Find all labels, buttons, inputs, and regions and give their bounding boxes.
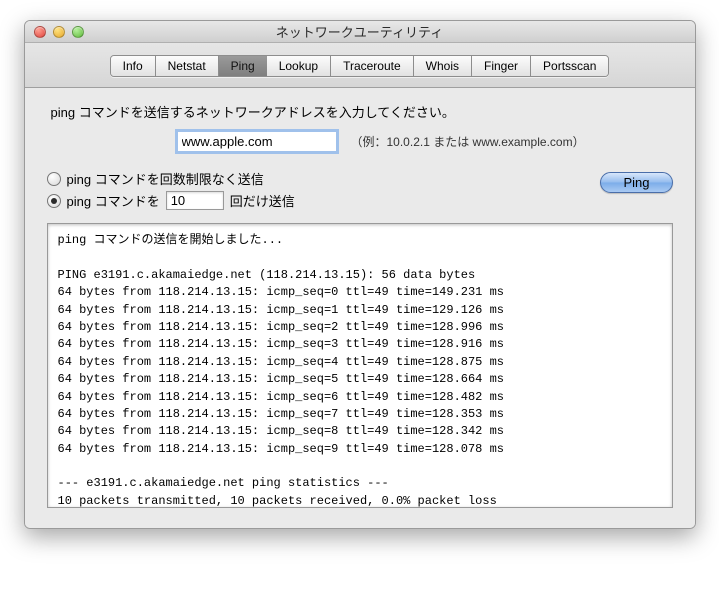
ping-output: ping コマンドの送信を開始しました... PING e3191.c.akam… [58, 232, 662, 508]
tab-info[interactable]: Info [111, 56, 156, 76]
content-pane: ping コマンドを送信するネットワークアドレスを入力してください。 （例：10… [25, 88, 695, 528]
tabbar: Info Netstat Ping Lookup Traceroute Whoi… [25, 43, 695, 88]
window-title: ネットワークユーティリティ [25, 22, 695, 41]
titlebar[interactable]: ネットワークユーティリティ [25, 21, 695, 43]
radio-unlimited[interactable] [47, 172, 61, 186]
ping-options: ping コマンドを回数制限なく送信 ping コマンドを 回だけ送信 [47, 166, 601, 213]
tab-portsscan[interactable]: Portsscan [531, 56, 608, 76]
option-unlimited[interactable]: ping コマンドを回数制限なく送信 [47, 169, 601, 188]
ping-count-input[interactable] [166, 191, 224, 210]
tab-netstat[interactable]: Netstat [156, 56, 219, 76]
option-limited[interactable]: ping コマンドを 回だけ送信 [47, 191, 601, 210]
address-hint: （例：10.0.2.1 または www.example.com） [351, 133, 585, 150]
tab-ping-highlight: Ping [216, 55, 270, 77]
option-unlimited-label: ping コマンドを回数制限なく送信 [67, 169, 264, 188]
tab-segment: Info Netstat Ping Lookup Traceroute Whoi… [110, 55, 610, 77]
actions-row: ping コマンドを回数制限なく送信 ping コマンドを 回だけ送信 Ping [47, 166, 673, 213]
prompt-label: ping コマンドを送信するネットワークアドレスを入力してください。 [51, 102, 673, 121]
tab-whois[interactable]: Whois [414, 56, 472, 76]
ping-button[interactable]: Ping [600, 172, 672, 193]
address-input[interactable] [177, 131, 337, 152]
tab-traceroute[interactable]: Traceroute [331, 56, 414, 76]
tab-finger[interactable]: Finger [472, 56, 531, 76]
radio-limited[interactable] [47, 194, 61, 208]
output-panel[interactable]: ping コマンドの送信を開始しました... PING e3191.c.akam… [47, 223, 673, 508]
network-utility-window: ネットワークユーティリティ Info Netstat Ping Lookup T… [24, 20, 696, 529]
tab-lookup[interactable]: Lookup [267, 56, 331, 76]
address-row: （例：10.0.2.1 または www.example.com） [177, 131, 673, 152]
option-limited-prefix: ping コマンドを [67, 191, 160, 210]
tab-ping[interactable]: Ping [219, 56, 267, 76]
option-limited-suffix: 回だけ送信 [230, 191, 295, 210]
